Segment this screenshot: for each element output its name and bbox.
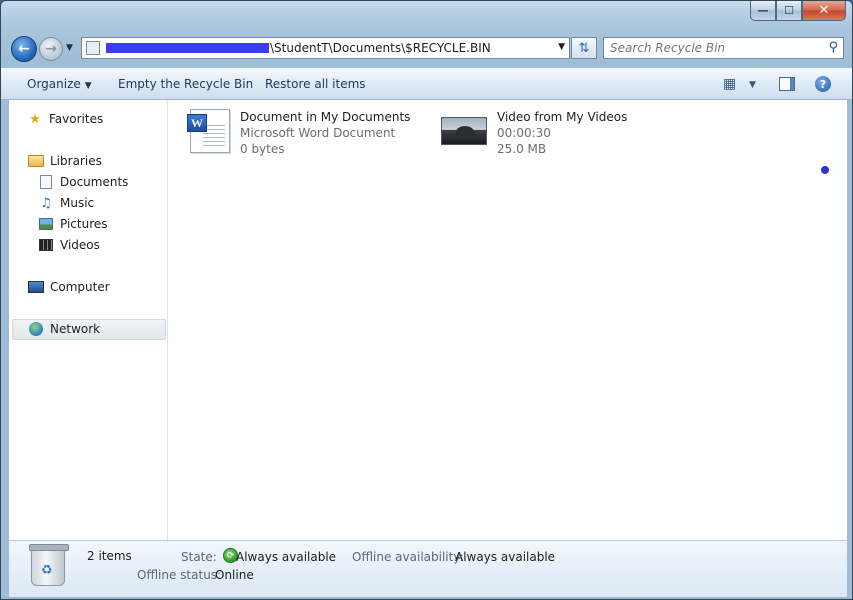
nav-item-libraries[interactable]: Libraries bbox=[27, 153, 102, 169]
chevron-down-icon[interactable]: ▼ bbox=[749, 80, 756, 90]
search-icon[interactable]: ⚲ bbox=[828, 40, 838, 55]
network-globe-icon bbox=[29, 322, 43, 336]
nav-label: Videos bbox=[60, 238, 100, 252]
recycle-bin-small-icon bbox=[86, 41, 100, 55]
recycle-bin-icon: ♻ bbox=[29, 544, 69, 586]
offline-status-value: Online bbox=[215, 568, 254, 582]
nav-item-documents[interactable]: Documents bbox=[37, 174, 128, 190]
redacted-path-segment bbox=[106, 43, 269, 53]
file-duration: 00:00:30 bbox=[497, 126, 551, 140]
video-thumbnail-icon bbox=[441, 117, 487, 145]
nav-label: Network bbox=[50, 322, 101, 336]
nav-item-favorites[interactable]: ★ Favorites bbox=[26, 111, 103, 127]
nav-item-network[interactable]: Network bbox=[27, 321, 100, 337]
film-strip-icon bbox=[39, 239, 53, 251]
offline-availability-value: Always available bbox=[455, 550, 556, 564]
organize-menu-button[interactable]: Organize ▼ bbox=[27, 77, 92, 91]
nav-label: Documents bbox=[60, 175, 129, 189]
empty-recycle-bin-button[interactable]: Empty the Recycle Bin bbox=[118, 77, 253, 91]
file-name: Video from My Videos bbox=[497, 110, 628, 124]
nav-label: Music bbox=[60, 196, 95, 210]
search-box[interactable]: ⚲ bbox=[603, 37, 844, 59]
refresh-icon: ⇅ bbox=[578, 40, 590, 56]
title-bar[interactable] bbox=[1, 1, 852, 31]
file-list-area[interactable]: W Document in My Documents Microsoft Wor… bbox=[168, 100, 839, 540]
scrollbar[interactable] bbox=[839, 100, 847, 540]
address-bar[interactable]: \StudentT\Documents\$RECYCLE.BIN ▼ bbox=[81, 37, 570, 59]
state-value: Always available bbox=[236, 550, 337, 564]
address-path: \StudentT\Documents\$RECYCLE.BIN bbox=[270, 41, 491, 55]
nav-label: Favorites bbox=[49, 112, 104, 126]
libraries-folder-icon bbox=[28, 155, 44, 167]
back-button[interactable]: ← bbox=[11, 36, 37, 62]
close-button[interactable]: ✕ bbox=[802, 1, 846, 21]
nav-item-videos[interactable]: Videos bbox=[37, 237, 100, 253]
music-note-icon: ♫ bbox=[40, 195, 52, 211]
refresh-button[interactable]: ⇅ bbox=[571, 37, 597, 59]
star-icon: ★ bbox=[29, 111, 41, 127]
minimize-button[interactable]: — bbox=[750, 1, 776, 21]
command-bar: Organize ▼ Empty the Recycle Bin Restore … bbox=[1, 67, 852, 100]
nav-label: Libraries bbox=[50, 154, 102, 168]
word-document-icon: W bbox=[187, 109, 230, 153]
offline-status-label: Offline status: bbox=[137, 568, 222, 582]
offline-availability-label: Offline availability: bbox=[352, 550, 464, 564]
maximize-button[interactable]: ☐ bbox=[776, 1, 802, 21]
caption-buttons: — ☐ ✕ bbox=[750, 1, 846, 21]
chevron-down-icon: ▼ bbox=[66, 43, 73, 53]
search-input[interactable] bbox=[610, 41, 810, 55]
documents-icon bbox=[40, 175, 52, 189]
recent-pages-dropdown[interactable]: ▼ bbox=[66, 43, 73, 53]
nav-label: Pictures bbox=[60, 217, 108, 231]
change-view-icon[interactable]: ▦ bbox=[723, 76, 736, 92]
explorer-window: — ☐ ✕ ← → ▼ \StudentT\Documents\$RECYCLE… bbox=[0, 0, 853, 600]
state-label: State: bbox=[181, 550, 217, 564]
forward-button[interactable]: → bbox=[39, 37, 63, 61]
cursor-dot bbox=[821, 166, 829, 174]
nav-label: Computer bbox=[50, 280, 110, 294]
help-icon[interactable]: ? bbox=[815, 76, 831, 92]
details-pane: ♻ 2 items State: ⟳ Always available Offl… bbox=[9, 540, 847, 597]
organize-label: Organize bbox=[27, 77, 81, 91]
file-item[interactable]: W Document in My Documents Microsoft Wor… bbox=[187, 109, 411, 157]
restore-all-items-button[interactable]: Restore all items bbox=[265, 77, 366, 91]
nav-item-music[interactable]: ♫ Music bbox=[37, 195, 94, 211]
file-item[interactable]: Video from My Videos 00:00:30 25.0 MB bbox=[441, 109, 627, 157]
nav-item-computer[interactable]: Computer bbox=[27, 279, 110, 295]
arrow-left-icon: ← bbox=[18, 41, 30, 57]
file-type: Microsoft Word Document bbox=[240, 126, 396, 140]
file-size: 25.0 MB bbox=[497, 142, 547, 156]
nav-item-pictures[interactable]: Pictures bbox=[37, 216, 108, 232]
chevron-down-icon[interactable]: ▼ bbox=[558, 42, 565, 52]
navigation-pane: ★ Favorites Libraries Documents ♫ Music … bbox=[9, 100, 168, 540]
item-count: 2 items bbox=[87, 549, 132, 563]
pictures-icon bbox=[39, 218, 53, 230]
chevron-down-icon: ▼ bbox=[84, 81, 92, 91]
preview-pane-icon[interactable] bbox=[779, 77, 795, 91]
computer-icon bbox=[28, 281, 44, 293]
arrow-right-icon: → bbox=[45, 41, 57, 57]
file-size: 0 bytes bbox=[240, 142, 285, 156]
file-name: Document in My Documents bbox=[240, 110, 411, 124]
